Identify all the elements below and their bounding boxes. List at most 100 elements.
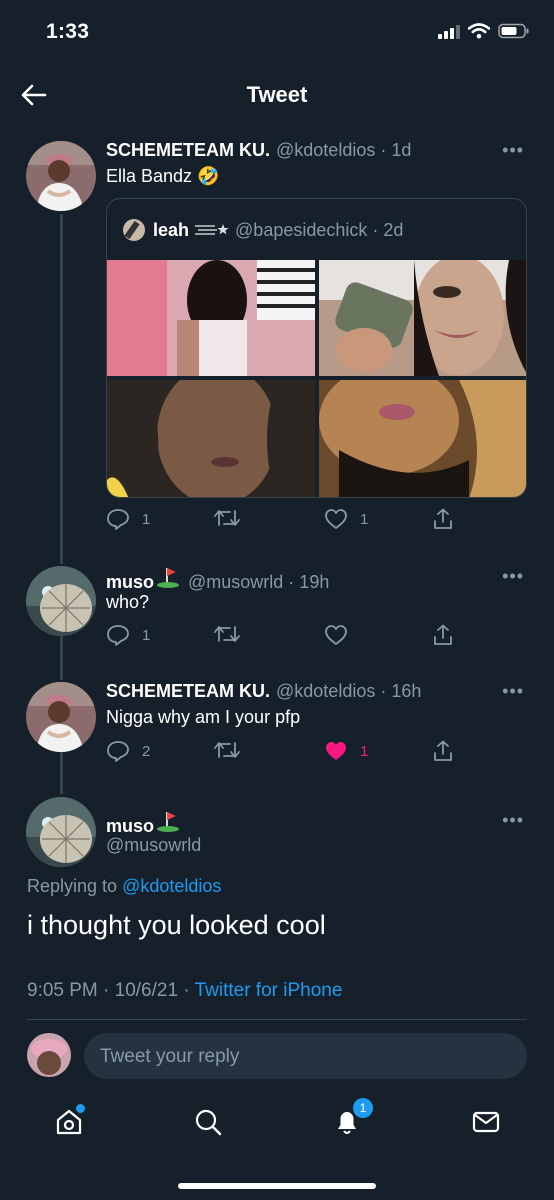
quoted-image[interactable] [319,260,526,376]
retweet-button[interactable] [214,624,252,644]
golf-flag-icon [157,812,180,832]
avatar [123,219,145,241]
share-icon [434,508,452,529]
golf-flag-icon [157,568,180,588]
messages-icon [472,1111,500,1133]
avatar [27,1033,71,1077]
tweet-meta: 9:05 PM · 10/6/21 · Twitter for iPhone [27,980,342,1002]
reply-icon [107,625,129,646]
top-nav: Tweet [0,70,554,120]
tweet-header: SCHEMETEAM KU. @kdoteldios · 16h [106,681,421,702]
tweet-text-content: Ella Bandz 🤣 [106,166,220,186]
avatar[interactable] [26,682,96,752]
display-name[interactable]: muso [106,816,154,837]
cellular-signal-icon [438,24,460,39]
page-title: Tweet [246,82,308,107]
avatar[interactable] [26,797,96,867]
handle[interactable]: @musowrld · 19h [188,572,329,593]
retweet-button[interactable] [214,740,252,760]
tab-search[interactable] [188,1102,228,1142]
tweet-text: who? [106,592,150,612]
battery-icon [498,23,529,39]
tweet-header: muso @musowrld · 19h [106,566,329,593]
quoted-tweet[interactable]: leah @bapesidechick · 2d [106,198,527,498]
status-bar: 1:33 [0,0,554,66]
tweet-text: Nigga why am I your pfp [106,707,301,727]
like-button[interactable]: 1 [324,740,368,762]
share-button[interactable] [432,740,454,762]
retweet-button[interactable] [214,508,252,528]
main-tweet-text: i thought you looked cool [27,910,326,940]
reply-button[interactable]: 2 [106,740,150,762]
handle[interactable]: @musowrld [106,835,201,856]
unread-dot [76,1104,85,1113]
display-name[interactable]: muso [106,572,154,593]
action-row: 1 [106,624,452,650]
search-icon [195,1109,222,1136]
reply-button[interactable]: 1 [106,624,150,646]
share-button[interactable] [432,624,454,646]
timestamp: 9:05 PM · 10/6/21 · [27,980,195,1001]
reply-icon [107,741,129,762]
reply-icon [107,509,129,530]
replying-to: Replying to @kdoteldios [27,876,221,897]
like-button[interactable] [324,624,360,646]
retweet-icon [214,510,240,526]
handle[interactable]: @kdoteldios · 1d [276,140,411,161]
status-time: 1:33 [46,20,90,43]
like-count: 1 [360,510,369,528]
quoted-image[interactable] [107,380,315,497]
reply-count: 1 [142,510,151,528]
replying-prefix: Replying to [27,876,118,896]
more-icon[interactable]: ••• [502,681,524,702]
decorative-lines-icon [195,224,229,235]
handle: @bapesidechick · 2d [235,219,404,240]
retweet-icon [214,626,240,642]
display-name: leah [153,219,190,240]
reply-button[interactable]: 1 [106,508,150,530]
reply-count: 2 [142,742,151,760]
quoted-image[interactable] [319,380,526,497]
divider [27,1019,527,1020]
notifications-badge: 1 [353,1098,373,1118]
quoted-image[interactable] [107,260,315,376]
replying-to-link[interactable]: @kdoteldios [122,876,221,896]
more-icon[interactable]: ••• [502,140,524,161]
display-name[interactable]: SCHEMETEAM KU. [106,681,270,702]
status-icons [438,23,530,39]
home-indicator[interactable] [178,1183,376,1189]
thread-line [60,214,63,564]
like-icon [325,625,347,645]
like-filled-icon [326,742,346,760]
share-icon [434,624,452,645]
handle[interactable]: @kdoteldios · 16h [276,681,421,702]
tweet-header: SCHEMETEAM KU. @kdoteldios · 1d [106,140,411,161]
source-link[interactable]: Twitter for iPhone [195,980,343,1001]
share-icon [434,740,452,761]
more-icon[interactable]: ••• [502,566,524,587]
like-icon [325,509,347,529]
share-button[interactable] [432,508,454,530]
retweet-icon [214,742,240,758]
thread-line [60,752,63,794]
avatar[interactable] [26,141,96,211]
tab-notifications[interactable]: 1 [327,1098,373,1142]
like-button[interactable]: 1 [324,508,368,530]
avatar[interactable] [26,566,96,636]
action-row: 2 1 [106,740,452,766]
handle-row: @musowrld [100,835,201,856]
tab-bar: 1 [0,1094,554,1154]
display-name[interactable]: SCHEMETEAM KU. [106,140,270,161]
reply-count: 1 [142,626,151,644]
thread-line [60,636,63,680]
like-count: 1 [360,742,369,760]
wifi-icon [468,23,490,39]
reply-bar: Tweet your reply [0,1030,554,1086]
quote-header: leah @bapesidechick · 2d [123,219,403,241]
tab-home[interactable] [49,1102,89,1142]
reply-input[interactable]: Tweet your reply [84,1033,527,1079]
tweet-text: Ella Bandz 🤣 [106,166,219,187]
more-icon[interactable]: ••• [502,810,524,831]
tab-messages[interactable] [466,1102,506,1142]
action-row: 1 1 [106,508,452,534]
